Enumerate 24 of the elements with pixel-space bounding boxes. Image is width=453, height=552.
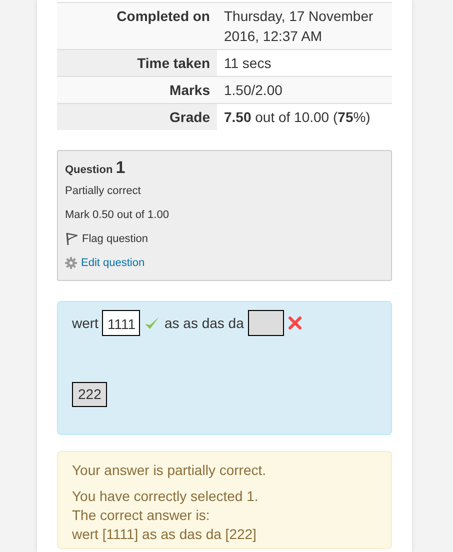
summary-value: Thursday, 17 November 2016, 12:37 AM — [217, 2, 392, 50]
question-number: Question 1 — [65, 158, 126, 178]
summary-label: Completed on — [57, 2, 217, 50]
summary-value: 11 secs — [217, 50, 392, 76]
question-state: Partially correct — [65, 184, 142, 198]
drag-choice[interactable]: 222 — [72, 382, 108, 407]
summary-label: Grade — [57, 104, 217, 130]
feedback-text: The correct answer is: — [72, 506, 211, 525]
question-text: wert — [72, 315, 98, 331]
feedback-text: wert [1111] as as das da [222] — [72, 525, 258, 544]
feedback-summary: Your answer is partially correct. — [72, 461, 268, 480]
feedback-text: You have correctly selected 1. — [72, 487, 260, 506]
question-text: as as das da — [164, 315, 244, 331]
gear-icon — [65, 257, 77, 269]
drop-zone[interactable] — [248, 310, 284, 336]
flag-icon[interactable] — [65, 232, 78, 246]
summary-value: 1.50/2.00 — [217, 76, 392, 104]
summary-label: Marks — [57, 76, 217, 104]
edit-question-link[interactable]: Edit question — [81, 256, 145, 270]
summary-label: Time taken — [57, 50, 217, 76]
flag-question-link[interactable]: Flag question — [82, 232, 148, 246]
question-mark: Mark 0.50 out of 1.00 — [65, 208, 170, 222]
drop-zone[interactable]: 1111 — [102, 310, 140, 336]
summary-value: 7.50 out of 10.00 (75%) — [217, 104, 392, 130]
